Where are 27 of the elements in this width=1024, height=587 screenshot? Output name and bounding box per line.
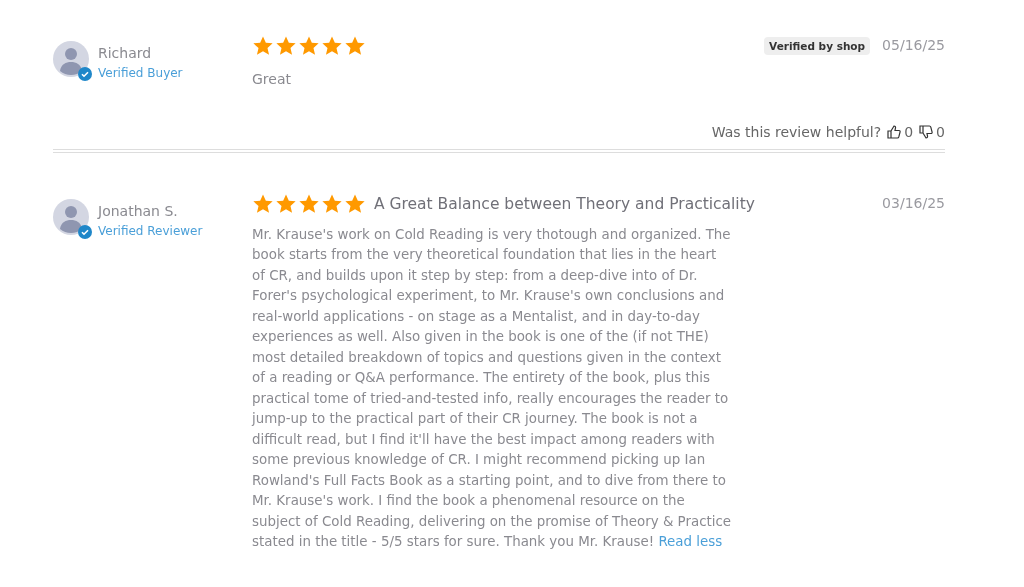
verified-label: Verified Buyer — [98, 66, 183, 80]
star-icon — [344, 192, 366, 215]
star-icon — [275, 35, 297, 57]
helpful-prompt: Was this review helpful? — [711, 123, 882, 140]
review-date: 05/16/25 — [882, 37, 945, 53]
star-icon — [321, 192, 343, 215]
review-text: Great — [252, 70, 292, 89]
review-title: A Great Balance between Theory and Practicality — [374, 194, 755, 213]
checkmark-icon — [78, 67, 92, 81]
star-icon — [298, 192, 320, 215]
review-text: Mr. Krause's work on Cold Reading is very thotough and organized. The book starts from the very theoretical foundation that lies in the heart of CR, and builds upon it step by step: from a deep-dive into of Dr. Forer's psychological experiment, to Mr. Krause's own conclusions and real-world applications - on stage as a Mentalist, and in day-to-day experiences as well. Also given in the book is one of the (if not THE) most detailed breakdown of topics and questions given in the context of a reading or Q&A performance. The entirety of the book, plus this practical tome of tried-and-tested info, really encourages the reader to jump-up to the practical part of their CR journey. The book is not a difficult read, but I find it'll have the best impact among readers with some previous knowledge of CR. I might recommend picking up Ian Rowland's Full Facts Book as a starting point, and to dive from there to Mr. Krause's work. I find the book a phenomenal resource on the subject of Cold Reading, delivering on the promise of Theory & Practice stated in the title - 5/5 stars for sure. Thank you Mr. Krause! Read less — [252, 225, 732, 551]
thumbs-down-button[interactable]: 0 — [919, 123, 945, 140]
star-icon — [321, 35, 343, 57]
thumbs-up-button[interactable]: 0 — [887, 123, 914, 140]
star-icon — [298, 35, 320, 57]
avatar-icon — [53, 41, 89, 77]
avatar-icon — [53, 198, 89, 235]
verified-badge: Verified by shop — [764, 37, 871, 55]
star-icon — [252, 35, 274, 57]
star-icon — [275, 192, 297, 215]
checkmark-icon — [78, 224, 92, 239]
verified-label: Verified Reviewer — [98, 223, 203, 238]
star-icon — [252, 192, 274, 215]
reviewer-name: Jonathan S. — [98, 201, 179, 220]
review-date: 03/16/25 — [882, 194, 945, 211]
reviewer-name: Richard — [98, 44, 153, 62]
star-icon — [344, 35, 366, 57]
